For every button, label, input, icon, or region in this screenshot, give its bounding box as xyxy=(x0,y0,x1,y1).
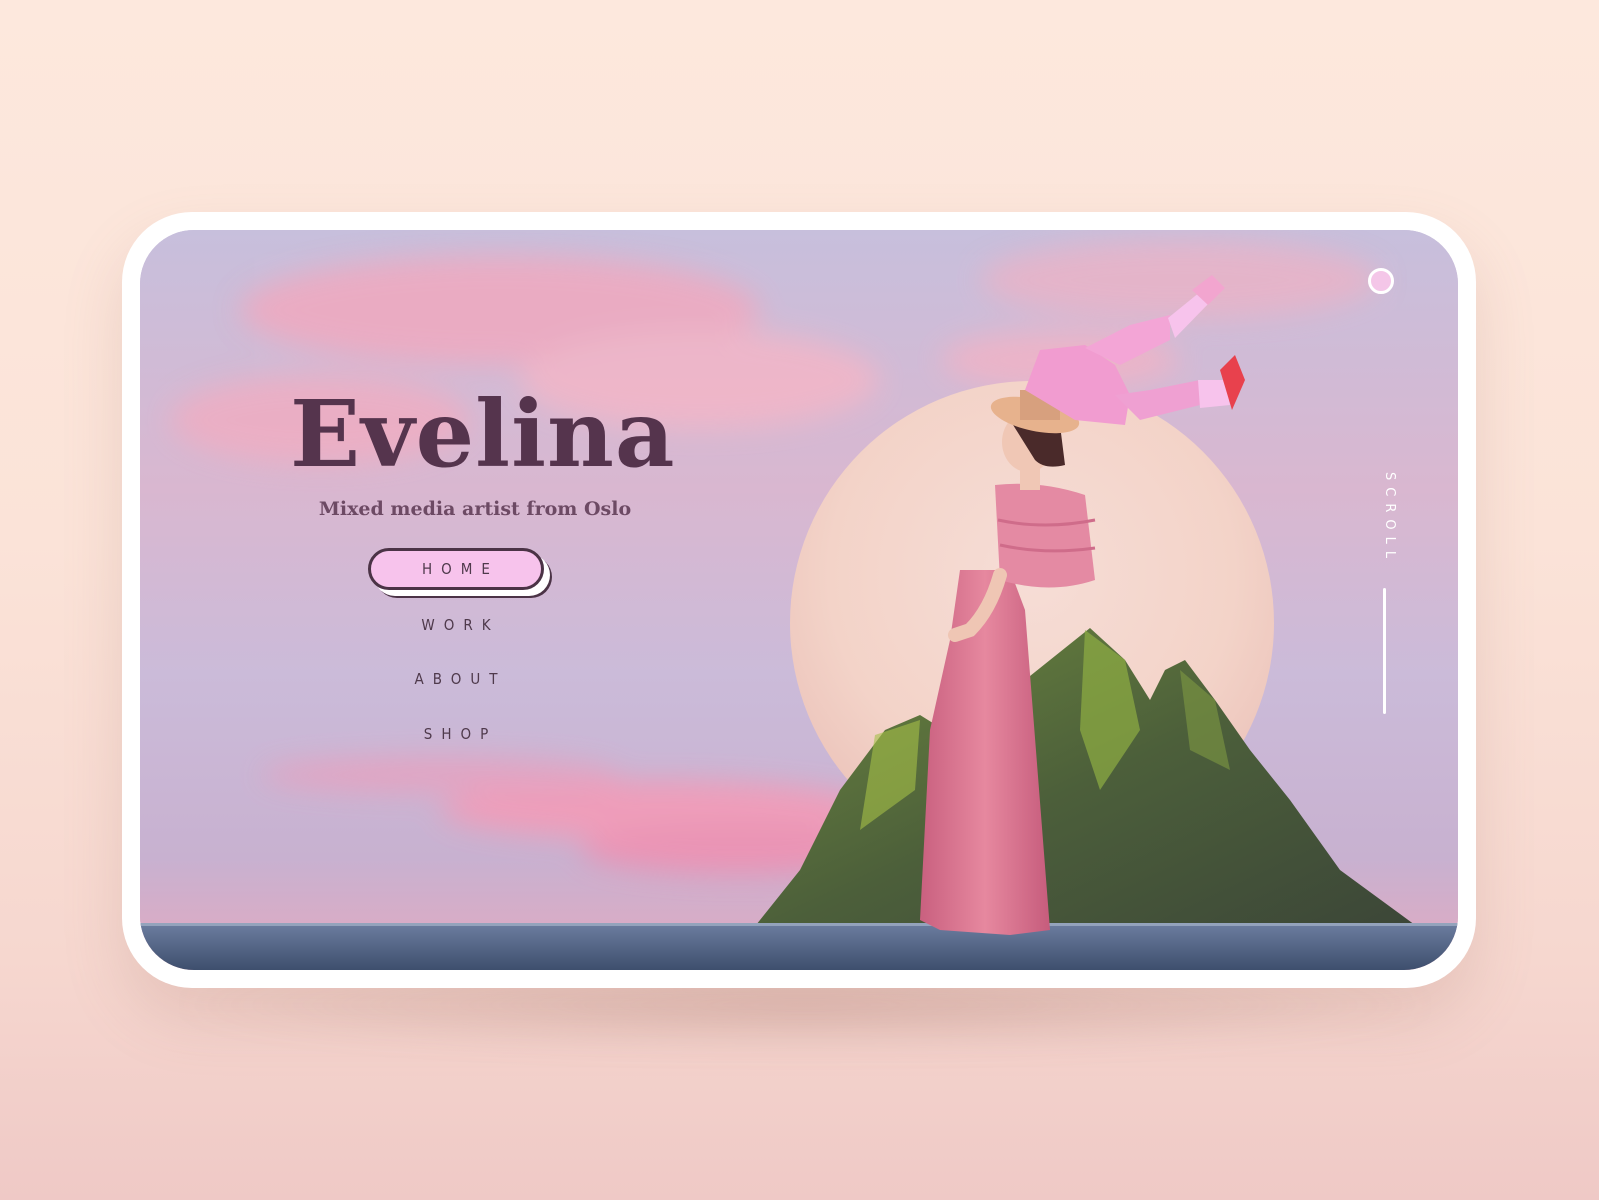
page-title: Evelina xyxy=(290,380,676,488)
hero-screen: Evelina Mixed media artist from Oslo HOM… xyxy=(140,230,1458,970)
scroll-label: SCROLL xyxy=(1382,472,1397,566)
nav-item-about[interactable]: ABOUT xyxy=(368,659,544,699)
page-subtitle: Mixed media artist from Oslo xyxy=(318,498,632,520)
hero-collage-artwork xyxy=(140,230,1458,970)
device-frame: Evelina Mixed media artist from Oslo HOM… xyxy=(122,212,1476,988)
scroll-line xyxy=(1383,588,1386,714)
scroll-indicator[interactable]: SCROLL xyxy=(1368,470,1398,730)
circle-dot-icon[interactable] xyxy=(1368,268,1394,294)
nav-item-home[interactable]: HOME xyxy=(368,548,544,590)
nav-item-shop[interactable]: SHOP xyxy=(368,714,544,754)
nav-item-work[interactable]: WORK xyxy=(368,605,544,645)
